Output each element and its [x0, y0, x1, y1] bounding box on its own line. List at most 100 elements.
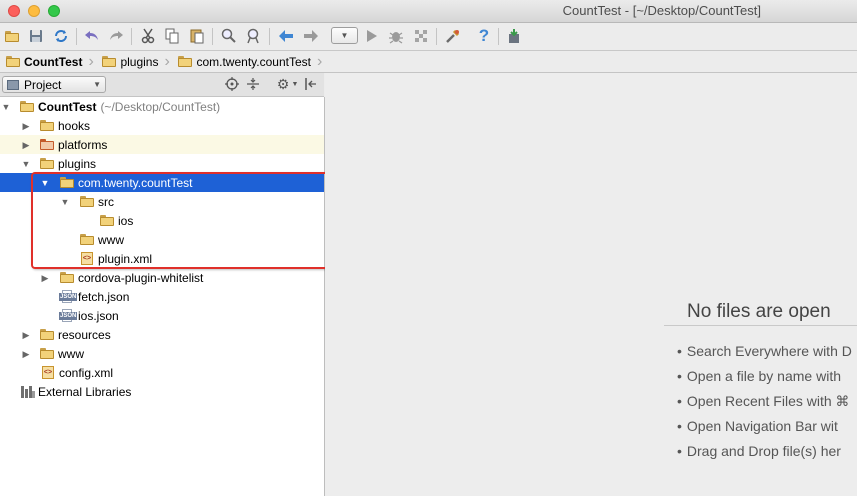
divider [664, 325, 857, 326]
run-icon[interactable] [362, 26, 382, 46]
breadcrumb-item-com-twenty-counttest[interactable]: com.twenty.countTest [172, 51, 317, 72]
folder-icon [100, 215, 114, 226]
toolbar-separator [269, 28, 270, 45]
settings-icon[interactable] [443, 26, 463, 46]
chevron-right-icon: › [88, 53, 94, 70]
project-view-dropdown[interactable]: Project ▼ [2, 76, 106, 93]
hide-panel-icon[interactable] [303, 76, 319, 92]
breadcrumb: CountTest › plugins › com.twenty.countTe… [0, 51, 857, 73]
project-panel-header: Project ▼ ⚙ ▼ [0, 73, 324, 97]
chevron-down-icon: ▼ [93, 80, 101, 89]
find-icon[interactable] [219, 26, 239, 46]
tree-item-label: cordova-plugin-whitelist [78, 270, 204, 285]
hint-search-everywhere: Search Everywhere with D [677, 343, 852, 359]
tree-item-root[interactable]: ▼ CountTest (~/Desktop/CountTest) [0, 97, 324, 116]
tree-item-src[interactable]: ▼ src [0, 192, 324, 211]
breadcrumb-item-counttest[interactable]: CountTest [0, 51, 88, 72]
project-tree: ▼ CountTest (~/Desktop/CountTest) ▶ hook… [0, 97, 325, 496]
breadcrumb-item-plugins[interactable]: plugins [96, 51, 164, 72]
chevron-down-icon[interactable]: ▼ [287, 76, 303, 92]
copy-icon[interactable] [162, 26, 182, 46]
hint-open-file: Open a file by name with [677, 368, 841, 384]
json-file-icon: JSON [59, 290, 78, 303]
breadcrumb-label: com.twenty.countTest [196, 54, 311, 69]
run-config-dropdown[interactable]: ▼ [331, 27, 358, 44]
expand-arrow-icon[interactable]: ▼ [60, 197, 70, 207]
tree-item-plugins[interactable]: ▼ plugins [0, 154, 324, 173]
folder-icon [40, 329, 54, 340]
folder-icon [80, 234, 94, 245]
title-bar: CountTest - [~/Desktop/CountTest] [0, 0, 857, 23]
undo-icon[interactable] [82, 26, 102, 46]
collapsed-arrow-icon[interactable]: ▶ [21, 140, 31, 150]
tree-item-label: ios.json [78, 308, 119, 323]
library-icon [21, 385, 35, 398]
tree-item-ios-folder[interactable]: ios [0, 211, 324, 230]
open-folder-icon[interactable] [2, 26, 22, 46]
tree-item-label: hooks [58, 118, 91, 133]
expand-arrow-icon[interactable]: ▼ [40, 178, 50, 188]
xml-file-icon: <> [81, 252, 93, 265]
folder-icon [6, 56, 20, 67]
tree-item-cordova-plugin-whitelist[interactable]: ▶ cordova-plugin-whitelist [0, 268, 324, 287]
expand-arrow-icon[interactable]: ▼ [21, 159, 31, 169]
tree-item-www[interactable]: ▶ www [0, 344, 324, 363]
tree-item-config-xml[interactable]: <> config.xml [0, 363, 324, 382]
tree-item-hooks[interactable]: ▶ hooks [0, 116, 324, 135]
folder-icon [80, 196, 94, 207]
tree-item-label: fetch.json [78, 289, 130, 304]
toolbar-separator [212, 28, 213, 45]
back-icon[interactable] [276, 26, 296, 46]
tree-item-platforms[interactable]: ▶ platforms [0, 135, 324, 154]
tree-item-label: www [98, 232, 124, 247]
window-title: CountTest - [~/Desktop/CountTest] [562, 3, 761, 18]
sync-icon[interactable] [51, 26, 71, 46]
chevron-right-icon: › [164, 53, 170, 70]
collapsed-arrow-icon[interactable]: ▶ [21, 349, 31, 359]
redo-icon[interactable] [106, 26, 126, 46]
json-file-icon: JSON [59, 309, 78, 322]
help-icon[interactable]: ? [474, 26, 494, 46]
collapsed-arrow-icon[interactable]: ▶ [40, 273, 50, 283]
tree-item-label: plugin.xml [98, 251, 153, 266]
project-view-label: Project [24, 77, 62, 92]
folder-icon [40, 120, 54, 131]
hint-recent-files: Open Recent Files with ⌘ [677, 393, 850, 410]
tree-item-label: External Libraries [38, 384, 132, 399]
sdk-manager-icon[interactable] [505, 26, 525, 46]
main-toolbar: ▼ ? [0, 23, 857, 51]
collapsed-arrow-icon[interactable]: ▶ [21, 330, 31, 340]
module-folder-icon [20, 101, 34, 112]
folder-icon [60, 272, 74, 283]
tree-item-www-plugin[interactable]: www [0, 230, 324, 249]
tree-item-ios-json[interactable]: JSON ios.json [0, 306, 324, 325]
toolbar-separator [76, 28, 77, 45]
tree-item-com-twenty-counttest[interactable]: ▼ com.twenty.countTest [0, 173, 324, 192]
hint-navigation-bar: Open Navigation Bar wit [677, 418, 838, 434]
collapsed-arrow-icon[interactable]: ▶ [21, 121, 31, 131]
tree-item-label: platforms [58, 137, 108, 152]
paste-icon[interactable] [187, 26, 207, 46]
locate-icon[interactable] [224, 76, 240, 92]
collapse-all-icon[interactable] [245, 76, 261, 92]
save-icon[interactable] [26, 26, 46, 46]
tree-item-fetch-json[interactable]: JSON fetch.json [0, 287, 324, 306]
no-files-title: No files are open [687, 301, 831, 322]
replace-icon[interactable] [244, 26, 264, 46]
tree-item-external-libraries[interactable]: External Libraries [0, 382, 324, 401]
expand-arrow-icon[interactable]: ▼ [1, 102, 11, 112]
tree-item-plugin-xml[interactable]: <> plugin.xml [0, 249, 324, 268]
cut-icon[interactable] [138, 26, 158, 46]
tree-item-resources[interactable]: ▶ resources [0, 325, 324, 344]
tree-item-label: com.twenty.countTest [78, 175, 193, 190]
forward-icon[interactable] [301, 26, 321, 46]
tree-item-label: resources [58, 327, 111, 342]
folder-icon [60, 177, 74, 188]
chevron-right-icon: › [316, 53, 323, 70]
excluded-folder-icon [40, 139, 54, 150]
profile-icon[interactable] [411, 26, 431, 46]
breadcrumb-label: plugins [120, 54, 159, 69]
hint-drag-and-drop: Drag and Drop file(s) her [677, 443, 841, 459]
debug-icon[interactable] [386, 26, 406, 46]
tree-item-label: www [58, 346, 84, 361]
